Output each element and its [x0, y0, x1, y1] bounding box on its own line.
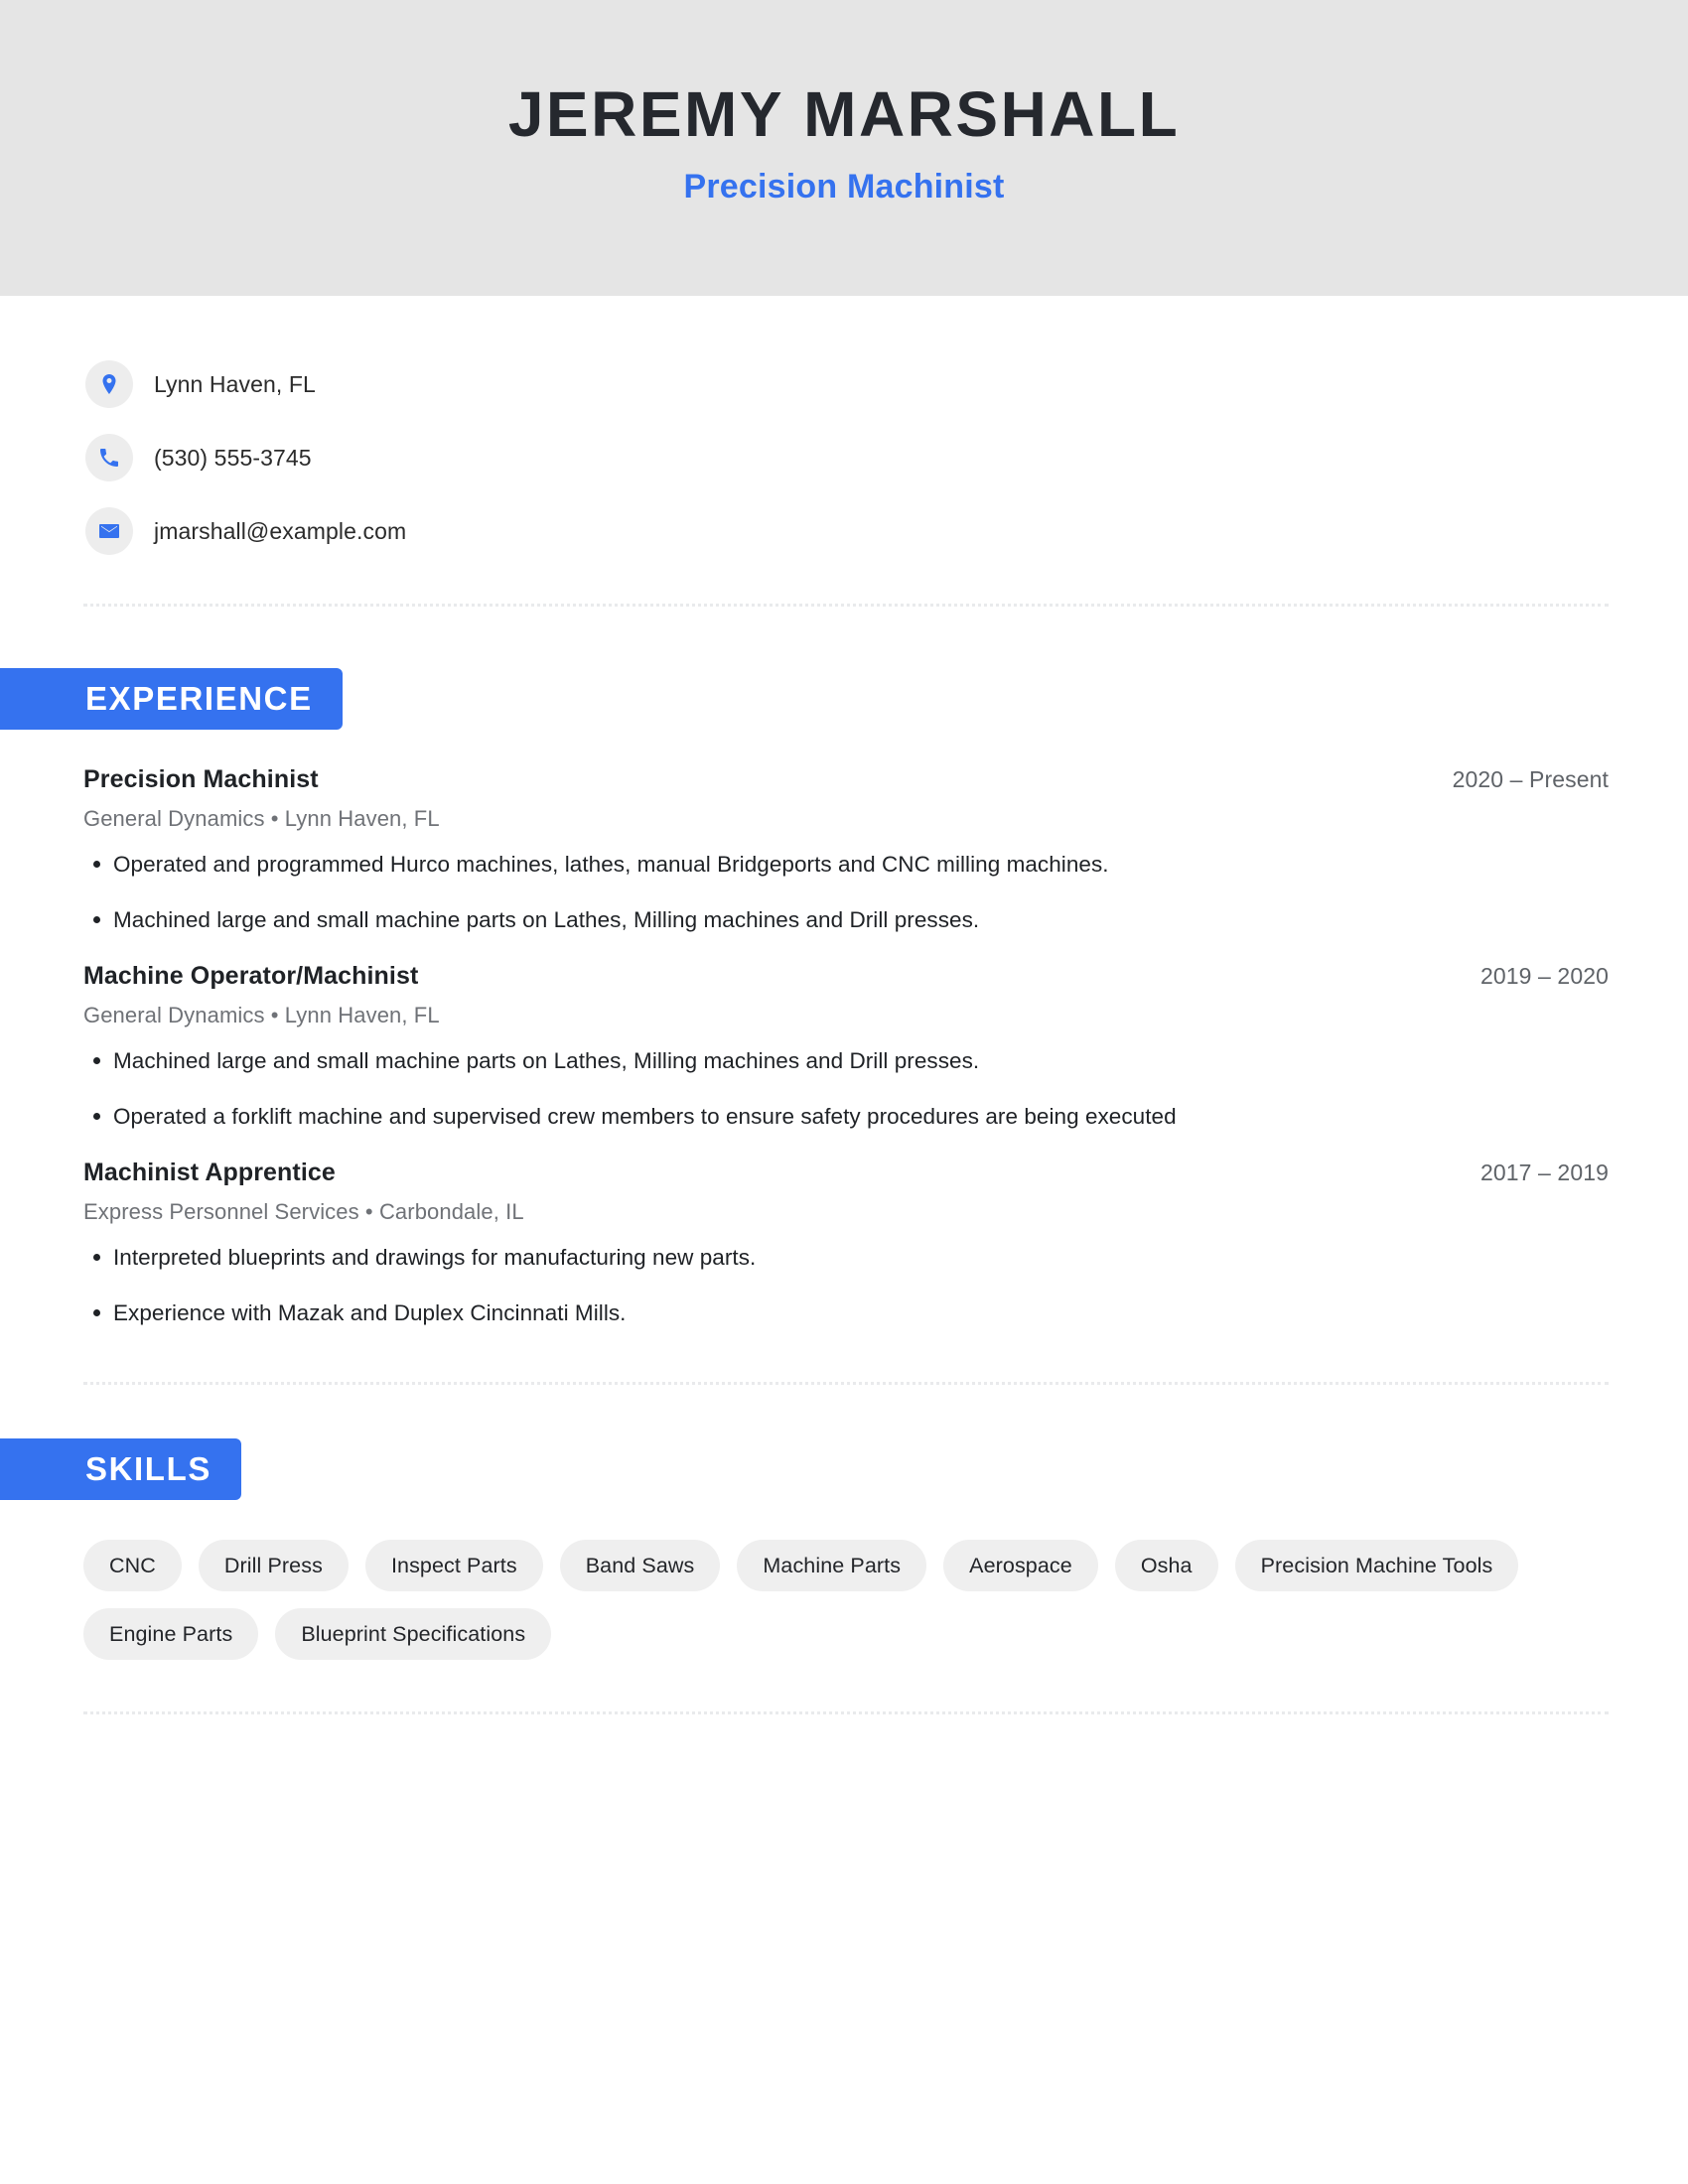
experience-job-company: General Dynamics • Lynn Haven, FL — [83, 806, 440, 831]
experience-bullet-list: Operated and programmed Hurco machines, … — [83, 850, 1609, 936]
skill-pill: CNC — [83, 1540, 182, 1592]
divider-after-experience — [83, 1382, 1609, 1386]
skill-pill: Blueprint Specifications — [275, 1608, 552, 1661]
experience-entry: Machine Operator/Machinist 2019 – 2020 G… — [83, 962, 1609, 1133]
section-header-skills: SKILLS — [0, 1438, 241, 1501]
experience-entry-head: Precision Machinist 2020 – Present — [83, 765, 1609, 794]
experience-entry: Machinist Apprentice 2017 – 2019 Express… — [83, 1159, 1609, 1329]
contact-list: Lynn Haven, FL (530) 555-3745 jmarshall@… — [0, 296, 1688, 568]
section-header-experience: EXPERIENCE — [0, 668, 343, 730]
experience-bullet: Operated a forklift machine and supervis… — [83, 1102, 1609, 1132]
experience-bullet: Machined large and small machine parts o… — [83, 905, 1609, 935]
skill-pill: Drill Press — [198, 1540, 349, 1592]
experience-job-title: Machine Operator/Machinist — [83, 961, 419, 990]
resume-page: JEREMY MARSHALL Precision Machinist Lynn… — [0, 0, 1688, 2184]
experience-job-company: Express Personnel Services • Carbondale,… — [83, 1198, 524, 1224]
location-pin-icon — [85, 360, 133, 408]
contact-phone-text: (530) 555-3745 — [154, 444, 312, 471]
resume-header: JEREMY MARSHALL Precision Machinist — [0, 0, 1688, 296]
job-title-subtitle: Precision Machinist — [683, 168, 1005, 206]
divider-after-contact — [83, 604, 1609, 607]
experience-job-dates: 2017 – 2019 — [1479, 1159, 1609, 1185]
experience-job-dates: 2019 – 2020 — [1479, 962, 1609, 989]
experience-entry-head: Machine Operator/Machinist 2019 – 2020 — [83, 962, 1609, 991]
skill-pill: Inspect Parts — [364, 1540, 543, 1592]
phone-icon — [85, 434, 133, 481]
experience-bullet: Interpreted blueprints and drawings for … — [83, 1243, 1609, 1273]
experience-entry: Precision Machinist 2020 – Present Gener… — [83, 765, 1609, 936]
skill-pill: Osha — [1114, 1540, 1218, 1592]
envelope-icon — [85, 507, 133, 555]
skill-pill: Band Saws — [559, 1540, 721, 1592]
contact-location-text: Lynn Haven, FL — [154, 370, 316, 397]
contact-email-text: jmarshall@example.com — [154, 517, 407, 544]
page-title: JEREMY MARSHALL — [507, 77, 1181, 150]
skill-pill: Precision Machine Tools — [1234, 1540, 1519, 1592]
divider-after-skills — [83, 1711, 1609, 1715]
experience-bullet: Operated and programmed Hurco machines, … — [83, 850, 1609, 880]
skill-pill: Engine Parts — [83, 1608, 259, 1661]
experience-job-title: Precision Machinist — [83, 765, 319, 793]
experience-bullet: Experience with Mazak and Duplex Cincinn… — [83, 1298, 1609, 1328]
experience-bullet: Machined large and small machine parts o… — [83, 1046, 1609, 1076]
section-header-skills-label: SKILLS — [85, 1450, 211, 1488]
skill-pill: Machine Parts — [737, 1540, 927, 1592]
contact-item-email: jmarshall@example.com — [85, 494, 1688, 568]
skills-list: CNC Drill Press Inspect Parts Band Saws … — [0, 1540, 1609, 1661]
experience-entry-head: Machinist Apprentice 2017 – 2019 — [83, 1159, 1609, 1187]
experience-job-dates: 2020 – Present — [1452, 766, 1609, 792]
contact-item-location: Lynn Haven, FL — [85, 347, 1688, 421]
experience-job-company: General Dynamics • Lynn Haven, FL — [83, 1002, 440, 1027]
skill-pill: Aerospace — [943, 1540, 1098, 1592]
section-header-experience-label: EXPERIENCE — [85, 680, 313, 717]
contact-item-phone: (530) 555-3745 — [85, 421, 1688, 494]
experience-list: Precision Machinist 2020 – Present Gener… — [0, 765, 1688, 1328]
experience-bullet-list: Interpreted blueprints and drawings for … — [83, 1243, 1609, 1329]
experience-bullet-list: Machined large and small machine parts o… — [83, 1046, 1609, 1133]
experience-job-title: Machinist Apprentice — [83, 1158, 336, 1186]
